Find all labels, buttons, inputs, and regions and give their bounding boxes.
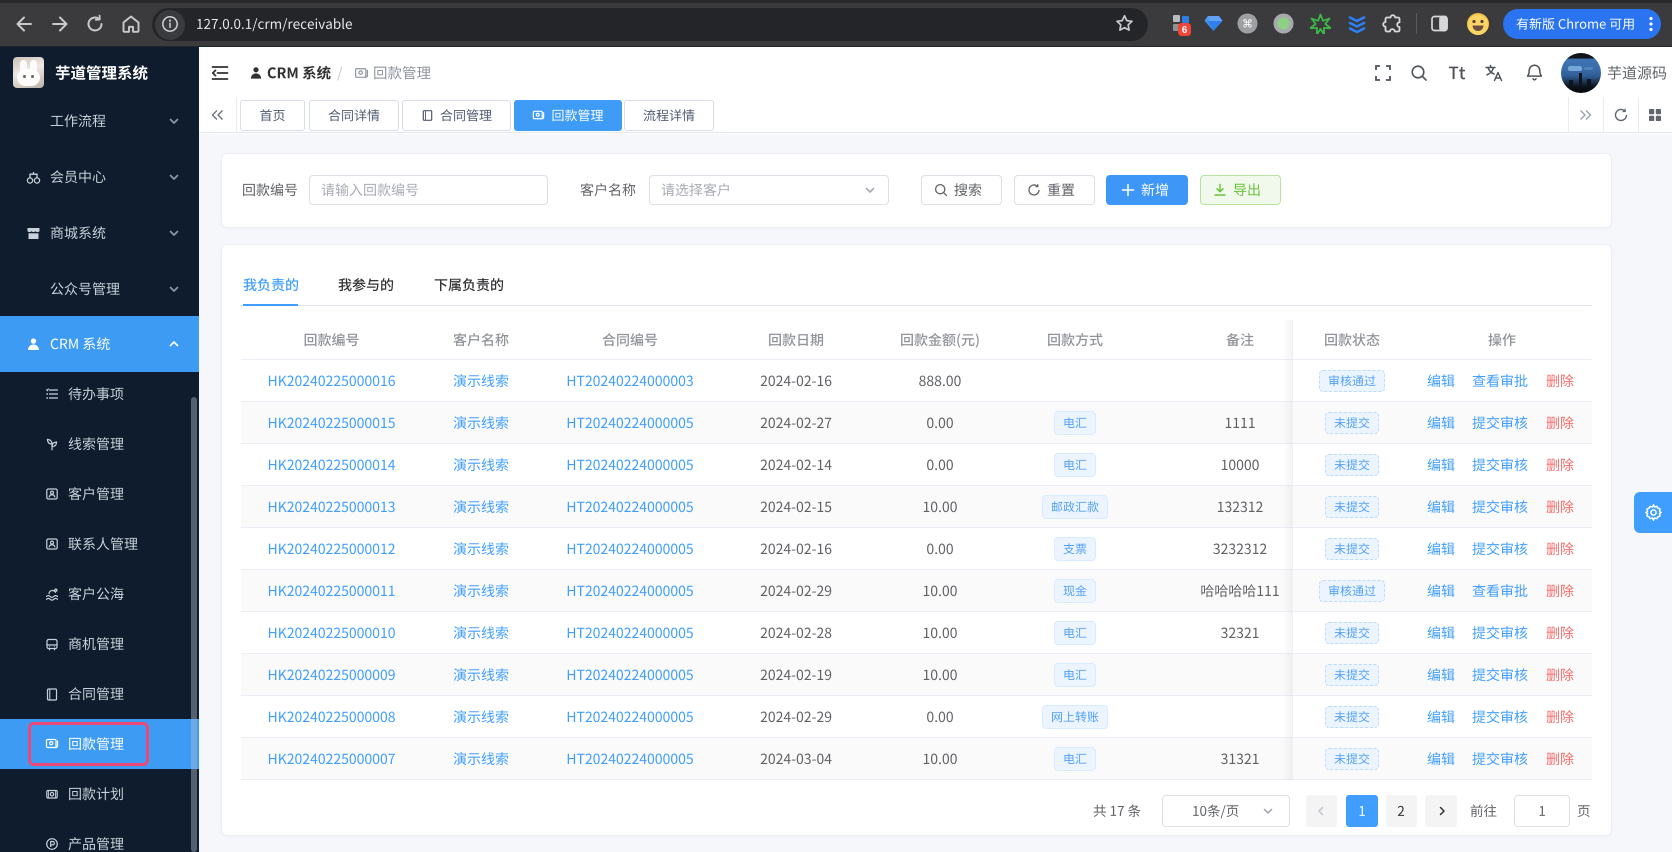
svg-text:⌘: ⌘ (1242, 19, 1253, 31)
svg-text:6: 6 (1182, 25, 1188, 36)
